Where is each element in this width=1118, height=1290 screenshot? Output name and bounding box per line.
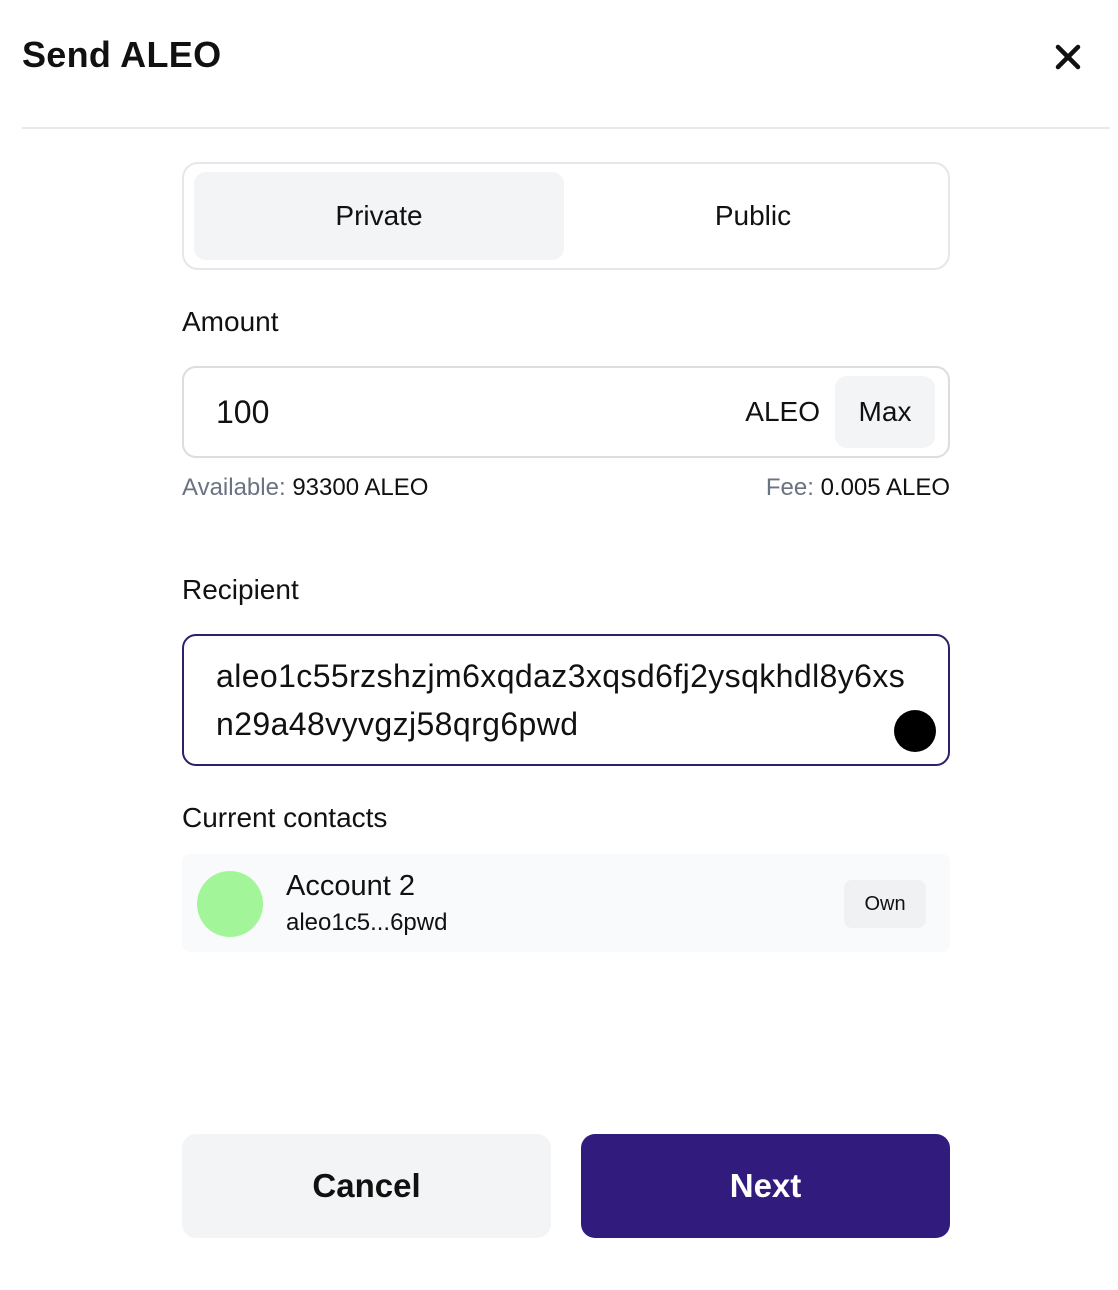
available-key: Available: (182, 474, 286, 501)
recipient-field[interactable]: aleo1c55rzshzjm6xqdaz3xqsd6fj2ysqkhdl8y6… (182, 634, 950, 766)
next-button[interactable]: Next (581, 1134, 950, 1238)
contact-item[interactable]: Account 2 aleo1c5...6pwd Own (182, 854, 950, 952)
close-button[interactable] (1048, 37, 1088, 77)
contact-address: aleo1c5...6pwd (286, 909, 448, 936)
private-tab[interactable]: Private (194, 172, 564, 260)
fee-value: 0.005 ALEO (820, 474, 950, 501)
own-badge: Own (844, 880, 926, 928)
amount-unit: ALEO (745, 396, 820, 427)
recipient-identicon (894, 710, 936, 752)
max-button[interactable]: Max (835, 376, 935, 448)
recipient-input[interactable]: aleo1c55rzshzjm6xqdaz3xqsd6fj2ysqkhdl8y6… (216, 652, 916, 748)
amount-input[interactable]: 100 (216, 368, 269, 456)
fee-key: Fee: (765, 474, 814, 501)
amount-label: Amount (182, 306, 279, 337)
available-value: 93300 ALEO (292, 474, 429, 501)
cancel-button[interactable]: Cancel (182, 1134, 551, 1238)
recipient-label: Recipient (182, 574, 299, 605)
contact-name: Account 2 (286, 870, 415, 902)
visibility-toggle: Private Public (182, 162, 950, 270)
close-icon (1055, 44, 1081, 70)
modal-header: Send ALEO (22, 0, 1110, 129)
amount-field[interactable]: 100 ALEO Max (182, 366, 950, 458)
available-balance: Available: 93300 ALEO (182, 474, 428, 502)
fee-info: Fee: 0.005 ALEO (766, 474, 950, 502)
contacts-label: Current contacts (182, 802, 388, 833)
public-tab[interactable]: Public (568, 172, 938, 260)
modal-title: Send ALEO (22, 34, 222, 75)
avatar (197, 871, 263, 937)
